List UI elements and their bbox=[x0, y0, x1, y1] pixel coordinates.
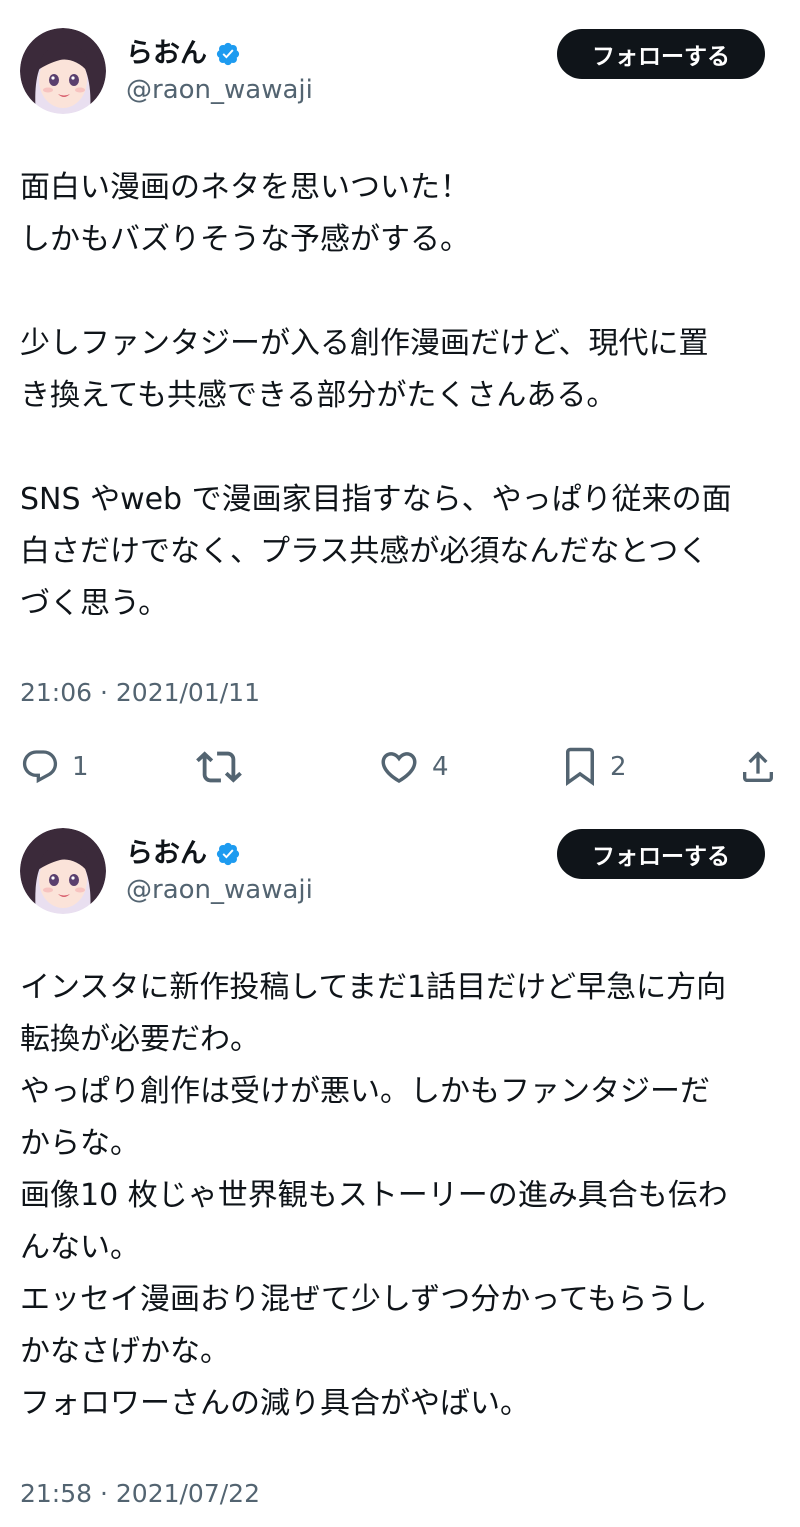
tweet-timestamp[interactable]: 21:06 · 2021/01/11 bbox=[20, 677, 260, 709]
tweet-text-line bbox=[20, 422, 780, 474]
display-name[interactable]: らおん bbox=[126, 838, 207, 870]
reply-button[interactable]: 1 bbox=[20, 740, 89, 794]
author-name-row: らおん bbox=[126, 838, 241, 870]
follow-button[interactable]: フォローする bbox=[557, 829, 765, 879]
author-handle[interactable]: @raon_wawaji bbox=[126, 874, 313, 906]
tweet-text-line: 転換が必要だわ。 bbox=[20, 1022, 260, 1057]
tweet-text: インスタに新作投稿してまだ1話目だけど早急に方向 転換が必要だわ。 やっぱり創作… bbox=[20, 962, 780, 1430]
tweet-text-line: 画像10 枚じゃ世界観もストーリーの進み具合も伝わ bbox=[20, 1178, 728, 1213]
bookmark-button[interactable]: 2 bbox=[562, 740, 627, 794]
tweet-text-line: んない。 bbox=[20, 1230, 140, 1265]
author-handle[interactable]: @raon_wawaji bbox=[126, 74, 313, 106]
tweet-text-line: SNS やweb で漫画家目指すなら、やっぱり従来の面 bbox=[20, 482, 732, 517]
tweet-text-line: き換えても共感できる部分がたくさんある。 bbox=[20, 378, 617, 413]
tweet-actions: 1 4 2 bbox=[0, 740, 800, 794]
tweet-timestamp[interactable]: 21:58 · 2021/07/22 bbox=[20, 1478, 260, 1510]
tweet-text-line: づく思う。 bbox=[20, 586, 169, 621]
verified-badge-icon bbox=[215, 841, 241, 867]
follow-button[interactable]: フォローする bbox=[557, 29, 765, 79]
tweet-text-line bbox=[20, 266, 780, 318]
tweet-text-line: からな。 bbox=[20, 1126, 140, 1161]
tweet: らおん @raon_wawaji フォローする 面白い漫画のネタを思いついた！ … bbox=[0, 0, 800, 800]
tweet-text: 面白い漫画のネタを思いついた！ しかもバズりそうな予感がする。 少しファンタジー… bbox=[20, 162, 780, 630]
avatar[interactable] bbox=[20, 28, 106, 114]
tweet-text-line: 少しファンタジーが入る創作漫画だけど、現代に置 bbox=[20, 326, 709, 361]
retweet-icon bbox=[196, 744, 242, 790]
avatar[interactable] bbox=[20, 828, 106, 914]
tweet: らおん @raon_wawaji フォローする インスタに新作投稿してまだ1話目… bbox=[0, 800, 800, 1527]
retweet-button[interactable] bbox=[196, 740, 254, 794]
tweet-text-line: しかもバズりそうな予感がする。 bbox=[20, 222, 470, 257]
tweet-text-line: 白さだけでなく、プラス共感が必須なんだなとつく bbox=[20, 534, 709, 569]
share-button[interactable] bbox=[738, 740, 778, 794]
tweet-text-line: 面白い漫画のネタを思いついた！ bbox=[20, 170, 470, 205]
display-name[interactable]: らおん bbox=[126, 38, 207, 70]
share-icon bbox=[738, 747, 778, 787]
like-button[interactable]: 4 bbox=[378, 740, 449, 794]
heart-icon bbox=[378, 746, 420, 788]
tweet-text-line: インスタに新作投稿してまだ1話目だけど早急に方向 bbox=[20, 970, 727, 1005]
tweet-text-line: かなさげかな。 bbox=[20, 1334, 230, 1369]
tweet-text-line: やっぱり創作は受けが悪い。しかもファンタジーだ bbox=[20, 1074, 710, 1109]
bookmark-icon bbox=[562, 746, 598, 788]
reply-count: 1 bbox=[72, 752, 89, 782]
like-count: 4 bbox=[432, 752, 449, 782]
tweet-text-line: エッセイ漫画おり混ぜて少しずつ分かってもらうし bbox=[20, 1282, 708, 1317]
reply-icon bbox=[20, 747, 60, 787]
tweet-text-line: フォロワーさんの減り具合がやばい。 bbox=[20, 1386, 530, 1421]
author-name-row: らおん bbox=[126, 38, 241, 70]
verified-badge-icon bbox=[215, 41, 241, 67]
bookmark-count: 2 bbox=[610, 752, 627, 782]
